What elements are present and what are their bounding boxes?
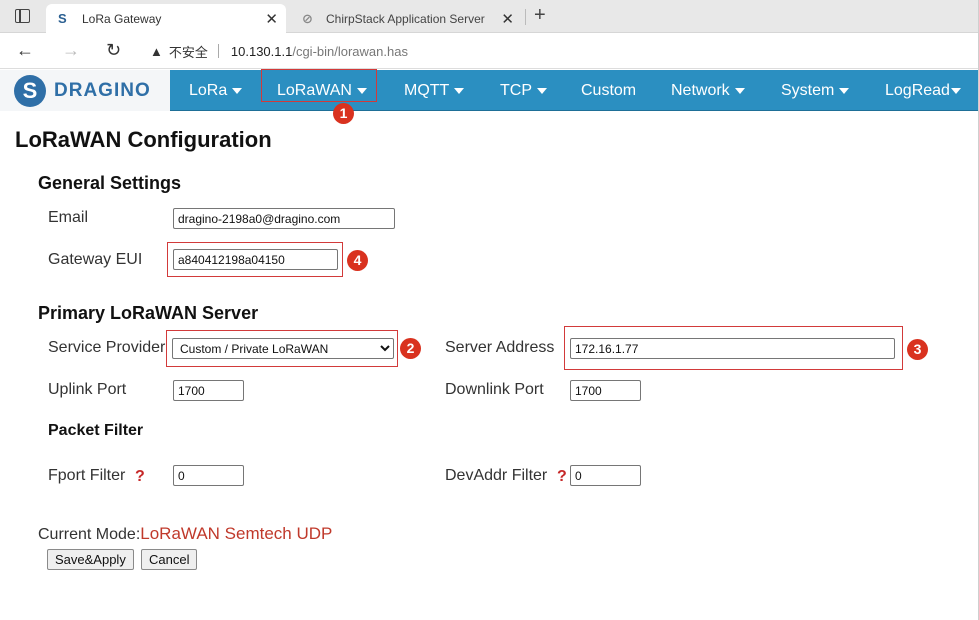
caret-down-icon bbox=[232, 87, 243, 94]
dragino-logo-icon: S bbox=[14, 74, 46, 107]
new-tab-icon[interactable]: + bbox=[534, 4, 546, 27]
menu-network[interactable]: Network bbox=[671, 70, 745, 111]
url-host: 10.130.1.1 bbox=[230, 43, 293, 59]
caret-down-icon bbox=[734, 87, 745, 94]
menu-tcp[interactable]: TCP bbox=[500, 70, 547, 111]
help-icon[interactable]: ? bbox=[135, 468, 145, 486]
caret-down-icon bbox=[537, 87, 547, 94]
caret-down-icon bbox=[950, 87, 961, 94]
browser-address-bar: ← → ↻ ▲ 不安全 10.130.1.1 /cgi-bin/lorawan.… bbox=[0, 33, 979, 69]
dragino-logo[interactable]: S DRAGINO bbox=[0, 70, 170, 111]
gateway-eui-label: Gateway EUI bbox=[48, 251, 143, 268]
gateway-eui-field[interactable] bbox=[173, 249, 338, 270]
menu-system[interactable]: System bbox=[781, 70, 850, 111]
close-tab-icon[interactable]: ✕ bbox=[265, 10, 278, 28]
tab-title: LoRa Gateway bbox=[82, 11, 162, 26]
menu-logread[interactable]: LogRead bbox=[885, 70, 961, 111]
caret-down-icon bbox=[454, 87, 465, 94]
back-arrow-icon[interactable]: ← bbox=[16, 40, 34, 61]
save-apply-button[interactable]: Save&Apply bbox=[47, 549, 134, 570]
current-mode: Current Mode:LoRaWAN Semtech UDP bbox=[38, 524, 332, 544]
menu-label: LoRa bbox=[189, 82, 228, 99]
primary-server-heading: Primary LoRaWAN Server bbox=[38, 303, 259, 323]
email-field[interactable] bbox=[173, 208, 395, 229]
service-provider-select[interactable]: Custom / Private LoRaWAN bbox=[172, 338, 394, 359]
forward-arrow-icon[interactable]: → bbox=[62, 40, 80, 61]
url-field[interactable]: ▲ 不安全 10.130.1.1 /cgi-bin/lorawan.has bbox=[150, 41, 408, 61]
caret-down-icon bbox=[839, 87, 850, 94]
menu-label: Network bbox=[671, 82, 730, 99]
devaddr-filter-label: DevAddr Filter bbox=[445, 467, 548, 484]
logo-text: DRAGINO bbox=[54, 79, 151, 101]
reload-icon[interactable]: ↻ bbox=[106, 40, 121, 61]
current-mode-label: Current Mode: bbox=[38, 526, 141, 543]
help-icon[interactable]: ? bbox=[557, 468, 567, 486]
chirpstack-favicon-icon: ⊘ bbox=[302, 10, 313, 26]
general-settings-heading: General Settings bbox=[38, 173, 182, 193]
menu-label: TCP bbox=[500, 82, 532, 99]
main-nav-bar: S DRAGINO LoRa LoRaWAN MQTT TCP Custom N… bbox=[0, 70, 979, 111]
menu-label: LogRead bbox=[885, 82, 950, 99]
tab-title: ChirpStack Application Server bbox=[326, 11, 485, 26]
menu-label: System bbox=[781, 82, 835, 99]
step-badge-2: 2 bbox=[400, 338, 421, 359]
menu-label: Custom bbox=[581, 82, 637, 99]
cancel-button[interactable]: Cancel bbox=[141, 549, 198, 570]
browser-tab-bar: S LoRa Gateway ✕ ⊘ ChirpStack Applicatio… bbox=[0, 0, 979, 33]
step-badge-1: 1 bbox=[333, 103, 354, 124]
menu-label: MQTT bbox=[404, 82, 450, 99]
url-divider bbox=[217, 44, 219, 58]
tab-chirpstack[interactable]: ⊘ ChirpStack Application Server ✕ bbox=[290, 4, 522, 33]
menu-custom[interactable]: Custom bbox=[581, 70, 636, 111]
warning-icon: ▲ bbox=[150, 43, 163, 59]
uplink-port-label: Uplink Port bbox=[48, 381, 127, 398]
downlink-port-field[interactable] bbox=[570, 380, 641, 401]
url-path: /cgi-bin/lorawan.has bbox=[292, 43, 408, 59]
fport-filter-field[interactable] bbox=[173, 465, 244, 486]
packet-filter-heading: Packet Filter bbox=[48, 422, 144, 439]
server-address-label: Server Address bbox=[445, 339, 555, 356]
email-label: Email bbox=[48, 209, 89, 226]
tab-divider bbox=[525, 9, 526, 25]
tab-lora-gateway[interactable]: S LoRa Gateway ✕ bbox=[46, 4, 286, 33]
close-tab-icon[interactable]: ✕ bbox=[501, 10, 514, 28]
menu-lora[interactable]: LoRa bbox=[189, 70, 243, 111]
current-mode-value: LoRaWAN Semtech UDP bbox=[140, 524, 333, 543]
dragino-favicon-icon: S bbox=[58, 10, 67, 26]
uplink-port-field[interactable] bbox=[173, 380, 244, 401]
step-badge-4: 4 bbox=[347, 250, 368, 271]
downlink-port-label: Downlink Port bbox=[445, 381, 544, 398]
step-badge-3: 3 bbox=[907, 339, 928, 360]
service-provider-label: Service Provider bbox=[48, 339, 166, 356]
window-menu-icon[interactable] bbox=[15, 9, 30, 23]
menu-mqtt[interactable]: MQTT bbox=[404, 70, 465, 111]
security-label: 不安全 bbox=[168, 44, 208, 60]
fport-filter-label: Fport Filter bbox=[48, 467, 126, 484]
server-address-field[interactable] bbox=[570, 338, 895, 359]
highlight-box-lorawan bbox=[261, 69, 377, 102]
page-title: LoRaWAN Configuration bbox=[15, 127, 272, 152]
devaddr-filter-field[interactable] bbox=[570, 465, 641, 486]
